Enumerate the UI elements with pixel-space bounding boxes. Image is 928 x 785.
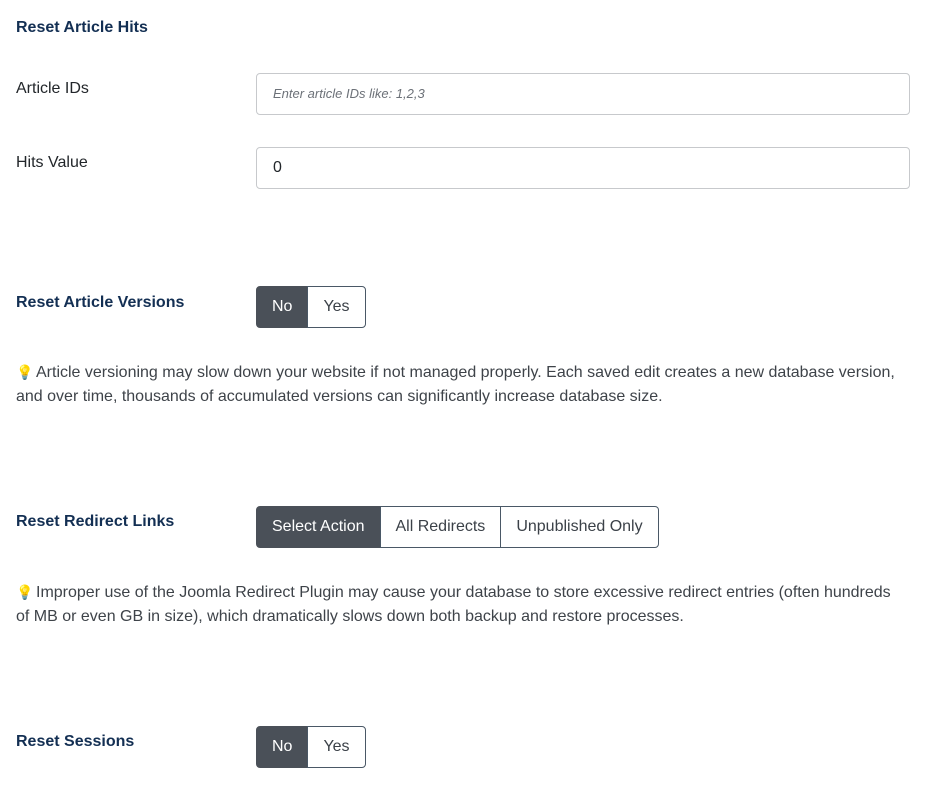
hits-value-input[interactable] [256,147,910,189]
redirects-select-action-button[interactable]: Select Action [256,506,381,548]
hits-value-label: Hits Value [16,154,88,171]
reset-article-hits-heading: Reset Article Hits [16,19,148,36]
sessions-yes-button[interactable]: Yes [307,726,366,768]
reset-sessions-toggle: No Yes [256,726,366,768]
versions-yes-button[interactable]: Yes [307,286,366,328]
reset-article-versions-toggle: No Yes [256,286,366,328]
article-ids-label: Article IDs [16,80,89,97]
reset-redirect-links-options: Select Action All Redirects Unpublished … [256,506,659,548]
versions-no-button[interactable]: No [256,286,309,328]
article-ids-input[interactable] [256,73,910,115]
versions-note: 💡 Article versioning may slow down your w… [16,360,906,409]
reset-sessions-label: Reset Sessions [16,733,135,750]
sessions-no-button[interactable]: No [256,726,309,768]
lightbulb-icon: 💡 [16,584,34,600]
reset-redirect-links-label: Reset Redirect Links [16,513,175,530]
redirects-all-button[interactable]: All Redirects [379,506,502,548]
redirects-note-text: Improper use of the Joomla Redirect Plug… [16,584,891,625]
redirects-note: 💡 Improper use of the Joomla Redirect Plu… [16,580,906,629]
redirects-unpublished-button[interactable]: Unpublished Only [500,506,659,548]
reset-article-versions-label: Reset Article Versions [16,294,185,311]
lightbulb-icon: 💡 [16,364,34,380]
versions-note-text: Article versioning may slow down your we… [16,364,895,405]
maintenance-settings-panel: Reset Article Hits Article IDs Hits Valu… [0,0,928,785]
